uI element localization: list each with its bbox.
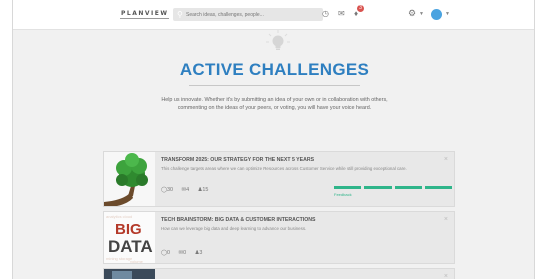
intro-text: Help us innovate. Whether it's by submit… (161, 97, 388, 112)
svg-text:analytics cloud: analytics cloud (106, 214, 132, 219)
data-word: DATA (108, 237, 153, 256)
challenge-image (104, 269, 155, 279)
top-navbar: PLANVIEW ⚲ ◷ ✉ ♦ 3 ⚙ ▼ ▼ (13, 0, 534, 30)
tree-image (104, 152, 155, 206)
app-logo[interactable]: PLANVIEW (120, 10, 170, 19)
challenge-description: This challenge targets areas where we ca… (161, 166, 407, 171)
close-icon[interactable]: × (444, 273, 448, 279)
search-icon: ⚲ (177, 10, 183, 19)
comments-stat: ✉4 (181, 187, 190, 193)
challenge-card[interactable]: × (103, 268, 455, 279)
challenge-card[interactable]: TRANSFORM 2025: OUR STRATEGY FOR THE NEX… (103, 151, 455, 207)
notification-badge: 3 (357, 5, 364, 12)
search-box[interactable]: ⚲ (173, 8, 323, 21)
chevron-down-icon[interactable]: ▼ (419, 11, 424, 17)
people-stat: ♟3 (194, 250, 203, 256)
title-divider (189, 85, 360, 86)
search-input[interactable] (186, 10, 316, 19)
challenge-stats: ◯30 ✉4 ♟15 (161, 187, 215, 193)
ideas-stat: ◯0 (161, 250, 171, 256)
progress-segment (334, 186, 362, 189)
challenge-card[interactable]: analytics cloud mining storage volume BI… (103, 211, 455, 264)
clock-icon[interactable]: ◷ (322, 10, 329, 18)
close-icon[interactable]: × (444, 156, 448, 163)
challenge-thumbnail-tree[interactable] (104, 152, 155, 206)
challenge-thumbnail[interactable] (104, 269, 155, 279)
people-stat: ♟15 (197, 187, 209, 193)
user-avatar[interactable] (431, 9, 442, 20)
svg-text:mining storage: mining storage (106, 256, 133, 261)
challenge-stats: ◯0 ✉0 ♟3 (161, 250, 209, 256)
chat-icon[interactable]: ✉ (338, 10, 345, 18)
lightbulb-icon (266, 30, 290, 50)
big-word: BIG (115, 221, 142, 238)
page-title: ACTIVE CHALLENGES (179, 60, 370, 79)
progress-segment (364, 186, 392, 189)
progress-segment (394, 186, 422, 189)
challenge-title[interactable]: TRANSFORM 2025: OUR STRATEGY FOR THE NEX… (161, 157, 314, 163)
challenge-title[interactable]: TECH BRAINSTORM: BIG DATA & CUSTOMER INT… (161, 217, 315, 223)
close-icon[interactable]: × (444, 216, 448, 223)
comments-stat: ✉0 (178, 250, 187, 256)
phase-progress-bar (334, 186, 452, 189)
challenge-thumbnail-bigdata[interactable]: analytics cloud mining storage volume BI… (104, 212, 155, 263)
big-data-image: analytics cloud mining storage volume BI… (104, 212, 155, 263)
phase-label: Feedback (334, 192, 352, 197)
ideas-stat: ◯30 (161, 187, 174, 193)
progress-segment (424, 186, 452, 189)
gear-icon[interactable]: ⚙ (408, 9, 416, 18)
chevron-down-icon[interactable]: ▼ (445, 11, 450, 17)
challenge-description: How can we leverage big data and deep le… (161, 226, 307, 231)
app-frame: PLANVIEW ⚲ ◷ ✉ ♦ 3 ⚙ ▼ ▼ ACTIVE CHALLENG… (12, 0, 535, 279)
svg-text:volume: volume (130, 259, 144, 263)
